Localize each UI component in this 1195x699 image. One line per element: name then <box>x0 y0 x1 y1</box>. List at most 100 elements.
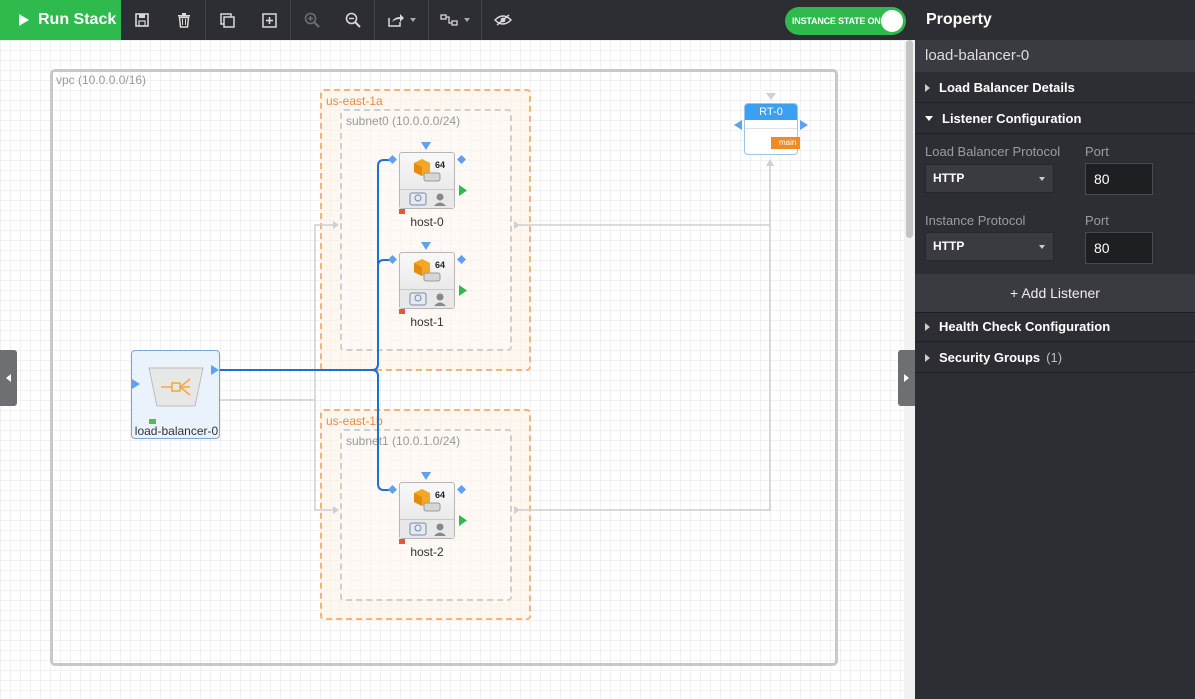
left-panel-toggle[interactable] <box>0 350 17 406</box>
load-balancer-label: load-balancer-0 <box>134 424 219 438</box>
user-icon <box>434 293 446 306</box>
instance-protocol-select[interactable]: HTTP <box>925 232 1054 261</box>
instance-footer <box>400 189 454 208</box>
section-load-balancer-details[interactable]: Load Balancer Details <box>915 73 1195 103</box>
panel-title: Property <box>926 11 992 28</box>
port-diamond-icon[interactable] <box>457 255 466 264</box>
add-square-icon <box>261 12 277 28</box>
instance-label: host-2 <box>410 545 444 559</box>
delete-button[interactable] <box>162 0 205 40</box>
divider <box>745 128 797 129</box>
section-health-check[interactable]: Health Check Configuration <box>915 312 1195 342</box>
subnet-label: subnet1 (10.0.1.0/24) <box>346 434 461 448</box>
chevron-down-icon <box>409 18 416 22</box>
status-indicator <box>399 309 405 314</box>
instance-port-input[interactable]: 80 <box>1085 232 1153 264</box>
port-diamond-icon[interactable] <box>388 155 397 164</box>
instance-label: host-0 <box>410 215 444 229</box>
port-arrow-icon[interactable] <box>734 120 742 130</box>
arch-label: 64 <box>435 160 446 170</box>
lb-protocol-select[interactable]: HTTP <box>925 164 1054 193</box>
section-label: Health Check Configuration <box>939 319 1111 334</box>
instance-node-host-2[interactable]: 64 <box>399 482 455 539</box>
port-arrow-icon[interactable] <box>800 120 808 130</box>
instance-label: host-1 <box>410 315 444 329</box>
port-diamond-icon[interactable] <box>457 155 466 164</box>
chevron-left-icon <box>6 374 11 382</box>
port-arrow-icon[interactable] <box>459 185 467 196</box>
section-label: Load Balancer Details <box>939 80 1075 95</box>
play-icon <box>19 14 29 26</box>
add-resource-button[interactable] <box>248 0 290 40</box>
section-label: Security Groups <box>939 350 1041 365</box>
trash-icon <box>177 12 190 28</box>
route-table-node[interactable]: RT-0 main <box>744 103 801 155</box>
load-balancer-icon <box>148 367 204 407</box>
line-style-menu-button[interactable] <box>429 0 481 40</box>
instance-node-host-1[interactable]: 64 <box>399 252 455 309</box>
instance-footer <box>400 519 454 538</box>
section-listener-configuration[interactable]: Listener Configuration <box>915 104 1195 134</box>
section-security-groups[interactable]: Security Groups (1) <box>915 343 1195 373</box>
chevron-down-icon <box>1039 245 1045 249</box>
duplicate-button[interactable] <box>206 0 248 40</box>
section-label: Listener Configuration <box>942 111 1082 126</box>
user-icon <box>434 193 446 206</box>
vpc-label: vpc (10.0.0.0/16) <box>56 73 147 87</box>
chevron-down-icon <box>925 116 933 121</box>
add-listener-button[interactable]: + Add Listener <box>915 274 1195 313</box>
export-menu-button[interactable] <box>375 0 428 40</box>
instance-footer <box>400 289 454 308</box>
canvas-scrollbar-thumb[interactable] <box>906 40 913 238</box>
arch-label: 64 <box>435 260 446 270</box>
zoom-out-button[interactable] <box>332 0 374 40</box>
chevron-right-icon <box>925 322 930 331</box>
main-tag-badge: main <box>771 137 801 149</box>
property-panel: Property load-balancer-0 Load Balancer D… <box>915 0 1195 699</box>
instance-protocol-label: Instance Protocol <box>925 213 1026 228</box>
port-arrow-icon[interactable] <box>421 242 431 250</box>
port-arrow-icon[interactable] <box>421 142 431 150</box>
arch-label: 64 <box>435 490 446 500</box>
lb-protocol-label: Load Balancer Protocol <box>925 144 1061 159</box>
status-indicator <box>399 539 405 544</box>
connector-icon <box>440 14 458 26</box>
route-table-name: RT-0 <box>745 104 797 120</box>
ami-icon <box>409 522 427 536</box>
port-diamond-icon[interactable] <box>388 255 397 264</box>
chevron-down-icon <box>1039 177 1045 181</box>
port-diamond-icon[interactable] <box>388 485 397 494</box>
port-diamond-icon[interactable] <box>457 485 466 494</box>
port-arrow-icon[interactable] <box>766 93 776 100</box>
port-arrow-icon[interactable] <box>459 285 467 296</box>
chevron-right-icon <box>904 374 909 382</box>
visibility-button[interactable] <box>482 0 524 40</box>
right-panel-toggle[interactable] <box>898 350 915 406</box>
eye-slash-icon <box>494 14 512 26</box>
port-arrow-icon[interactable] <box>421 472 431 480</box>
chevron-right-icon <box>925 83 930 92</box>
select-value: HTTP <box>933 171 965 185</box>
user-icon <box>434 523 446 536</box>
run-stack-button[interactable]: Run Stack <box>0 0 121 40</box>
instance-node-host-0[interactable]: 64 <box>399 152 455 209</box>
az-label: us-east-1a <box>326 94 383 108</box>
export-icon <box>387 14 404 27</box>
chevron-down-icon <box>464 18 470 22</box>
resource-name: load-balancer-0 <box>915 40 1195 72</box>
port-arrow-icon[interactable] <box>459 515 467 526</box>
az-label: us-east-1b <box>326 414 383 428</box>
lb-port-input[interactable]: 80 <box>1085 163 1153 195</box>
port-arrow-icon[interactable] <box>132 379 140 389</box>
instance-state-toggle[interactable]: INSTANCE STATE ON <box>785 7 906 35</box>
zoom-in-button[interactable] <box>291 0 332 40</box>
ami-icon <box>409 292 427 306</box>
zoom-out-icon <box>345 12 361 28</box>
toolbar: Run Stack INSTANCE STATE ON <box>0 0 915 40</box>
save-button[interactable] <box>121 0 162 40</box>
status-indicator <box>399 209 405 214</box>
port-arrow-icon[interactable] <box>211 365 219 375</box>
save-icon <box>134 13 149 27</box>
ami-icon <box>409 192 427 206</box>
toggle-knob <box>881 10 903 32</box>
